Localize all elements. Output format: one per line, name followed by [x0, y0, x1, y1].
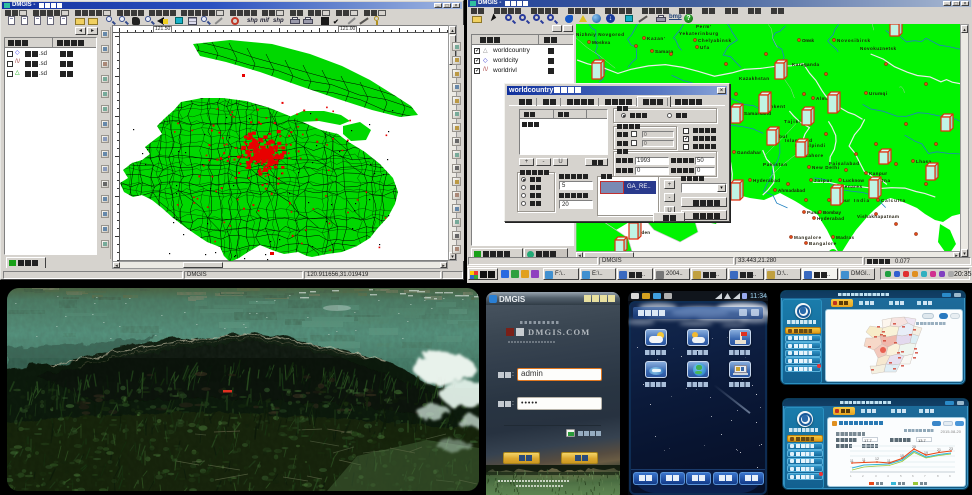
- svg-text:Madras: Madras: [836, 235, 854, 240]
- svg-text:7: 7: [924, 474, 926, 478]
- svg-text:Kazan': Kazan': [647, 36, 665, 41]
- svg-text:Urumqi: Urumqi: [869, 91, 887, 96]
- svg-text:9: 9: [949, 474, 951, 478]
- svg-text:11: 11: [862, 458, 866, 462]
- svg-text:15: 15: [900, 454, 904, 458]
- svg-text:Gandahar: Gandahar: [737, 150, 761, 155]
- svg-text:Chelyabinsk: Chelyabinsk: [698, 38, 731, 43]
- svg-text:5: 5: [900, 474, 902, 478]
- svg-text:Bombay: Bombay: [823, 210, 841, 215]
- svg-text:2: 2: [862, 474, 864, 478]
- svg-text:Karaganda: Karaganda: [792, 62, 819, 67]
- svg-text:Lucknow: Lucknow: [843, 178, 864, 183]
- svg-text:Benares: Benares: [841, 184, 862, 189]
- svg-text:6: 6: [912, 474, 914, 478]
- svg-text:25: 25: [912, 445, 916, 449]
- svg-text:Moskva: Moskva: [592, 40, 610, 45]
- svg-text:21: 21: [937, 448, 941, 452]
- svg-text:11: 11: [887, 459, 891, 463]
- svg-text:Pakistan: Pakistan: [763, 162, 787, 167]
- svg-text:19: 19: [924, 451, 928, 455]
- svg-text:Kazakhstan: Kazakhstan: [739, 76, 769, 81]
- svg-text:Yekaterinburg: Yekaterinburg: [679, 31, 718, 36]
- svg-text:Vishakhapatnam: Vishakhapatnam: [857, 214, 899, 219]
- svg-text:Novosibirsk: Novosibirsk: [837, 38, 870, 43]
- svg-text:11: 11: [850, 459, 854, 463]
- svg-text:Mangalore: Mangalore: [794, 235, 821, 240]
- svg-text:1: 1: [850, 474, 852, 478]
- svg-text:Calcutta: Calcutta: [881, 198, 905, 203]
- svg-text:Ahmadabad: Ahmadabad: [778, 188, 805, 193]
- svg-text:Hyderabad: Hyderabad: [753, 178, 780, 183]
- svg-text:Bangalore: Bangalore: [809, 241, 836, 246]
- svg-text:Perm': Perm': [696, 24, 711, 29]
- svg-text:4: 4: [887, 474, 889, 478]
- svg-text:Omsk: Omsk: [802, 38, 814, 43]
- svg-text:Nizhniy Novgorod: Nizhniy Novgorod: [576, 32, 624, 37]
- svg-text:Hyderabad: Hyderabad: [817, 216, 844, 221]
- svg-text:23: 23: [949, 447, 953, 451]
- svg-text:Kanpur: Kanpur: [869, 171, 887, 176]
- svg-text:India: India: [854, 198, 869, 203]
- svg-text:Jaipur: Jaipur: [814, 178, 832, 183]
- svg-text:3: 3: [875, 474, 877, 478]
- svg-text:Novokuznetsk: Novokuznetsk: [860, 46, 896, 51]
- svg-text:12: 12: [875, 457, 879, 461]
- svg-text:Puna: Puna: [807, 210, 819, 215]
- svg-text:8: 8: [937, 474, 939, 478]
- svg-text:Ufa: Ufa: [700, 45, 709, 50]
- svg-text:Faisalabad: Faisalabad: [829, 161, 859, 166]
